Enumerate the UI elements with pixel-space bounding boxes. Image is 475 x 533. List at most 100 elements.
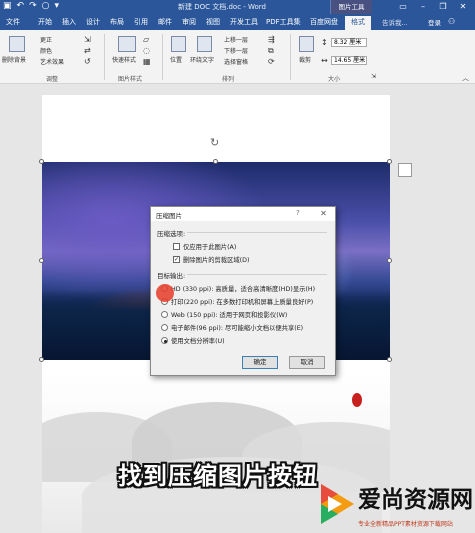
minimize-button[interactable]: – [413, 0, 433, 14]
watermark: 爱尚资源网 专业全新精品PPT素材资源下载网站 [312, 478, 475, 533]
target-output-heading: 目标输出: [157, 272, 186, 280]
dialog-titlebar: 压缩图片 ? ✕ [151, 207, 335, 221]
tab-design[interactable]: 设计 [86, 16, 100, 28]
red-sun-graphic [352, 393, 362, 407]
position-icon[interactable] [171, 36, 186, 52]
resize-handle[interactable] [213, 159, 218, 164]
group-arrange-label: 排列 [222, 76, 235, 83]
ok-button[interactable]: 确定 [242, 356, 278, 369]
position-button[interactable]: 位置 [170, 55, 182, 64]
wrap-text-button[interactable]: 环绕文字 [190, 55, 214, 64]
tab-pdf-tools[interactable]: PDF工具集 [266, 16, 301, 28]
video-caption: 找到压缩图片按钮 [118, 462, 318, 490]
rotate-handle-icon[interactable]: ↻ [210, 136, 219, 149]
bring-forward-button[interactable]: 上移一层 [224, 35, 248, 44]
rotate-icon[interactable]: ⟳ [268, 57, 275, 66]
tab-review[interactable]: 审阅 [182, 16, 196, 28]
watermark-logo-icon [321, 484, 354, 524]
crop-button[interactable]: 裁剪 [299, 55, 311, 64]
crop-icon[interactable] [299, 36, 314, 52]
send-backward-button[interactable]: 下移一层 [224, 46, 248, 55]
window-controls: ▭ – ❐ ✕ [393, 0, 473, 14]
compress-options-heading: 压缩选项: [157, 230, 186, 238]
align-icon[interactable]: ⇶ [268, 35, 275, 44]
dialog-title: 压缩图片 [156, 212, 182, 220]
shape-height-field[interactable]: 8.32 厘米 [331, 38, 367, 47]
tab-file[interactable]: 文件 [6, 16, 20, 28]
close-window-button[interactable]: ✕ [453, 0, 473, 14]
touch-mode-icon[interactable]: ○ [42, 1, 50, 12]
quick-styles-button[interactable]: 快速样式 [112, 55, 136, 64]
artistic-effects-button[interactable]: 艺术效果 [40, 57, 64, 66]
resize-handle[interactable] [387, 159, 392, 164]
color-button[interactable]: 颜色 [40, 46, 52, 55]
collapse-ribbon-icon[interactable]: ︿ [462, 73, 469, 83]
title-bar: ▣ ↶ ↷ ○ ▾ 新建 DOC 文档.doc - Word 图片工具 ▭ – … [0, 0, 475, 14]
restore-button[interactable]: ❐ [433, 0, 453, 14]
tell-me-search[interactable]: 告诉我... [382, 17, 408, 27]
document-title: 新建 DOC 文档.doc - Word [178, 3, 267, 11]
reset-picture-icon[interactable]: ↺ [84, 57, 91, 66]
watermark-subtitle: 专业全新精品PPT素材资源下载网站 [358, 521, 453, 528]
tab-mailings[interactable]: 邮件 [158, 16, 172, 28]
change-picture-icon[interactable]: ⇄ [84, 46, 91, 55]
layout-options-icon[interactable] [398, 163, 412, 177]
delete-cropped-checkbox[interactable]: ✓ [173, 256, 180, 263]
tab-baidu-netdisk[interactable]: 百度网盘 [310, 16, 338, 28]
tab-format[interactable]: 格式 [345, 16, 371, 30]
tab-home[interactable]: 开始 [38, 16, 52, 28]
option-apply-only-this[interactable]: 仅应用于此图片(A) [173, 242, 236, 251]
radio-print-220[interactable]: 打印(220 ppi): 在多数打印机和屏幕上质量良好(P) [161, 297, 313, 306]
share-icon[interactable]: ⚇ [448, 17, 455, 26]
apply-only-checkbox[interactable] [173, 243, 180, 250]
ribbon-display-options-icon[interactable]: ▭ [393, 0, 413, 14]
remove-background-button[interactable]: 删除背景 [2, 55, 26, 64]
group-adjust-label: 调整 [46, 76, 59, 83]
click-highlight-marker [156, 284, 174, 302]
tab-insert[interactable]: 插入 [62, 16, 76, 28]
radio-document-resolution[interactable]: 使用文档分辨率(U) [161, 336, 225, 345]
resize-handle[interactable] [39, 357, 44, 362]
tab-layout[interactable]: 布局 [110, 16, 124, 28]
close-dialog-button[interactable]: ✕ [314, 208, 333, 220]
tab-references[interactable]: 引用 [134, 16, 148, 28]
tab-view[interactable]: 视图 [206, 16, 220, 28]
size-dialog-launcher-icon[interactable]: ⇲ [371, 73, 376, 80]
shape-height-icon: ↕ [321, 38, 328, 47]
remove-background-icon[interactable] [9, 36, 25, 52]
group-divider [290, 34, 291, 80]
radio-hd-330[interactable]: HD (330 ppi): 高质量，适合高清晰度(HD)显示(H) [161, 284, 315, 293]
quick-access-toolbar: ▣ ↶ ↷ ○ ▾ [3, 1, 59, 12]
group-size-label: 大小 [328, 76, 341, 83]
resize-handle[interactable] [387, 357, 392, 362]
redo-icon[interactable]: ↷ [29, 1, 37, 12]
compress-pictures-dialog: 压缩图片 ? ✕ 压缩选项: 仅应用于此图片(A) ✓ 删除图片的剪裁区域(D)… [150, 206, 336, 376]
radio-web-150[interactable]: Web (150 ppi): 适用于网页和投影仪(W) [161, 310, 287, 319]
save-icon[interactable]: ▣ [3, 1, 12, 12]
group-divider [162, 34, 163, 80]
corrections-button[interactable]: 更正 [40, 35, 52, 44]
quick-styles-icon[interactable] [118, 36, 136, 52]
picture-tools-context-label: 图片工具 [330, 0, 372, 14]
customize-qat-icon[interactable]: ▾ [54, 1, 59, 12]
shape-width-icon: ↔ [321, 56, 328, 65]
radio-email-96[interactable]: 电子邮件(96 ppi): 尽可能缩小文档以便共享(E) [161, 323, 303, 332]
resize-handle[interactable] [387, 258, 392, 263]
undo-icon[interactable]: ↶ [17, 1, 25, 12]
group-objects-icon[interactable]: ⧉ [268, 46, 274, 56]
login-link[interactable]: 登录 [428, 17, 441, 27]
selection-pane-button[interactable]: 选择窗格 [224, 57, 248, 66]
shape-width-field[interactable]: 14.65 厘米 [331, 56, 367, 65]
resize-handle[interactable] [39, 258, 44, 263]
resize-handle[interactable] [39, 159, 44, 164]
cancel-button[interactable]: 取消 [289, 356, 325, 369]
compress-pictures-icon[interactable]: ⇲ [84, 35, 91, 44]
picture-effects-icon[interactable]: ◌ [143, 46, 150, 55]
help-button[interactable]: ? [296, 209, 300, 217]
picture-border-icon[interactable]: ▱ [143, 35, 149, 44]
tab-developer[interactable]: 开发工具 [230, 16, 258, 28]
option-delete-cropped[interactable]: ✓ 删除图片的剪裁区域(D) [173, 255, 249, 264]
ribbon-tabs: 文件 开始 插入 设计 布局 引用 邮件 审阅 视图 开发工具 PDF工具集 百… [0, 14, 475, 30]
wrap-text-icon[interactable] [197, 36, 212, 52]
picture-layout-icon[interactable]: ▦ [143, 57, 151, 66]
